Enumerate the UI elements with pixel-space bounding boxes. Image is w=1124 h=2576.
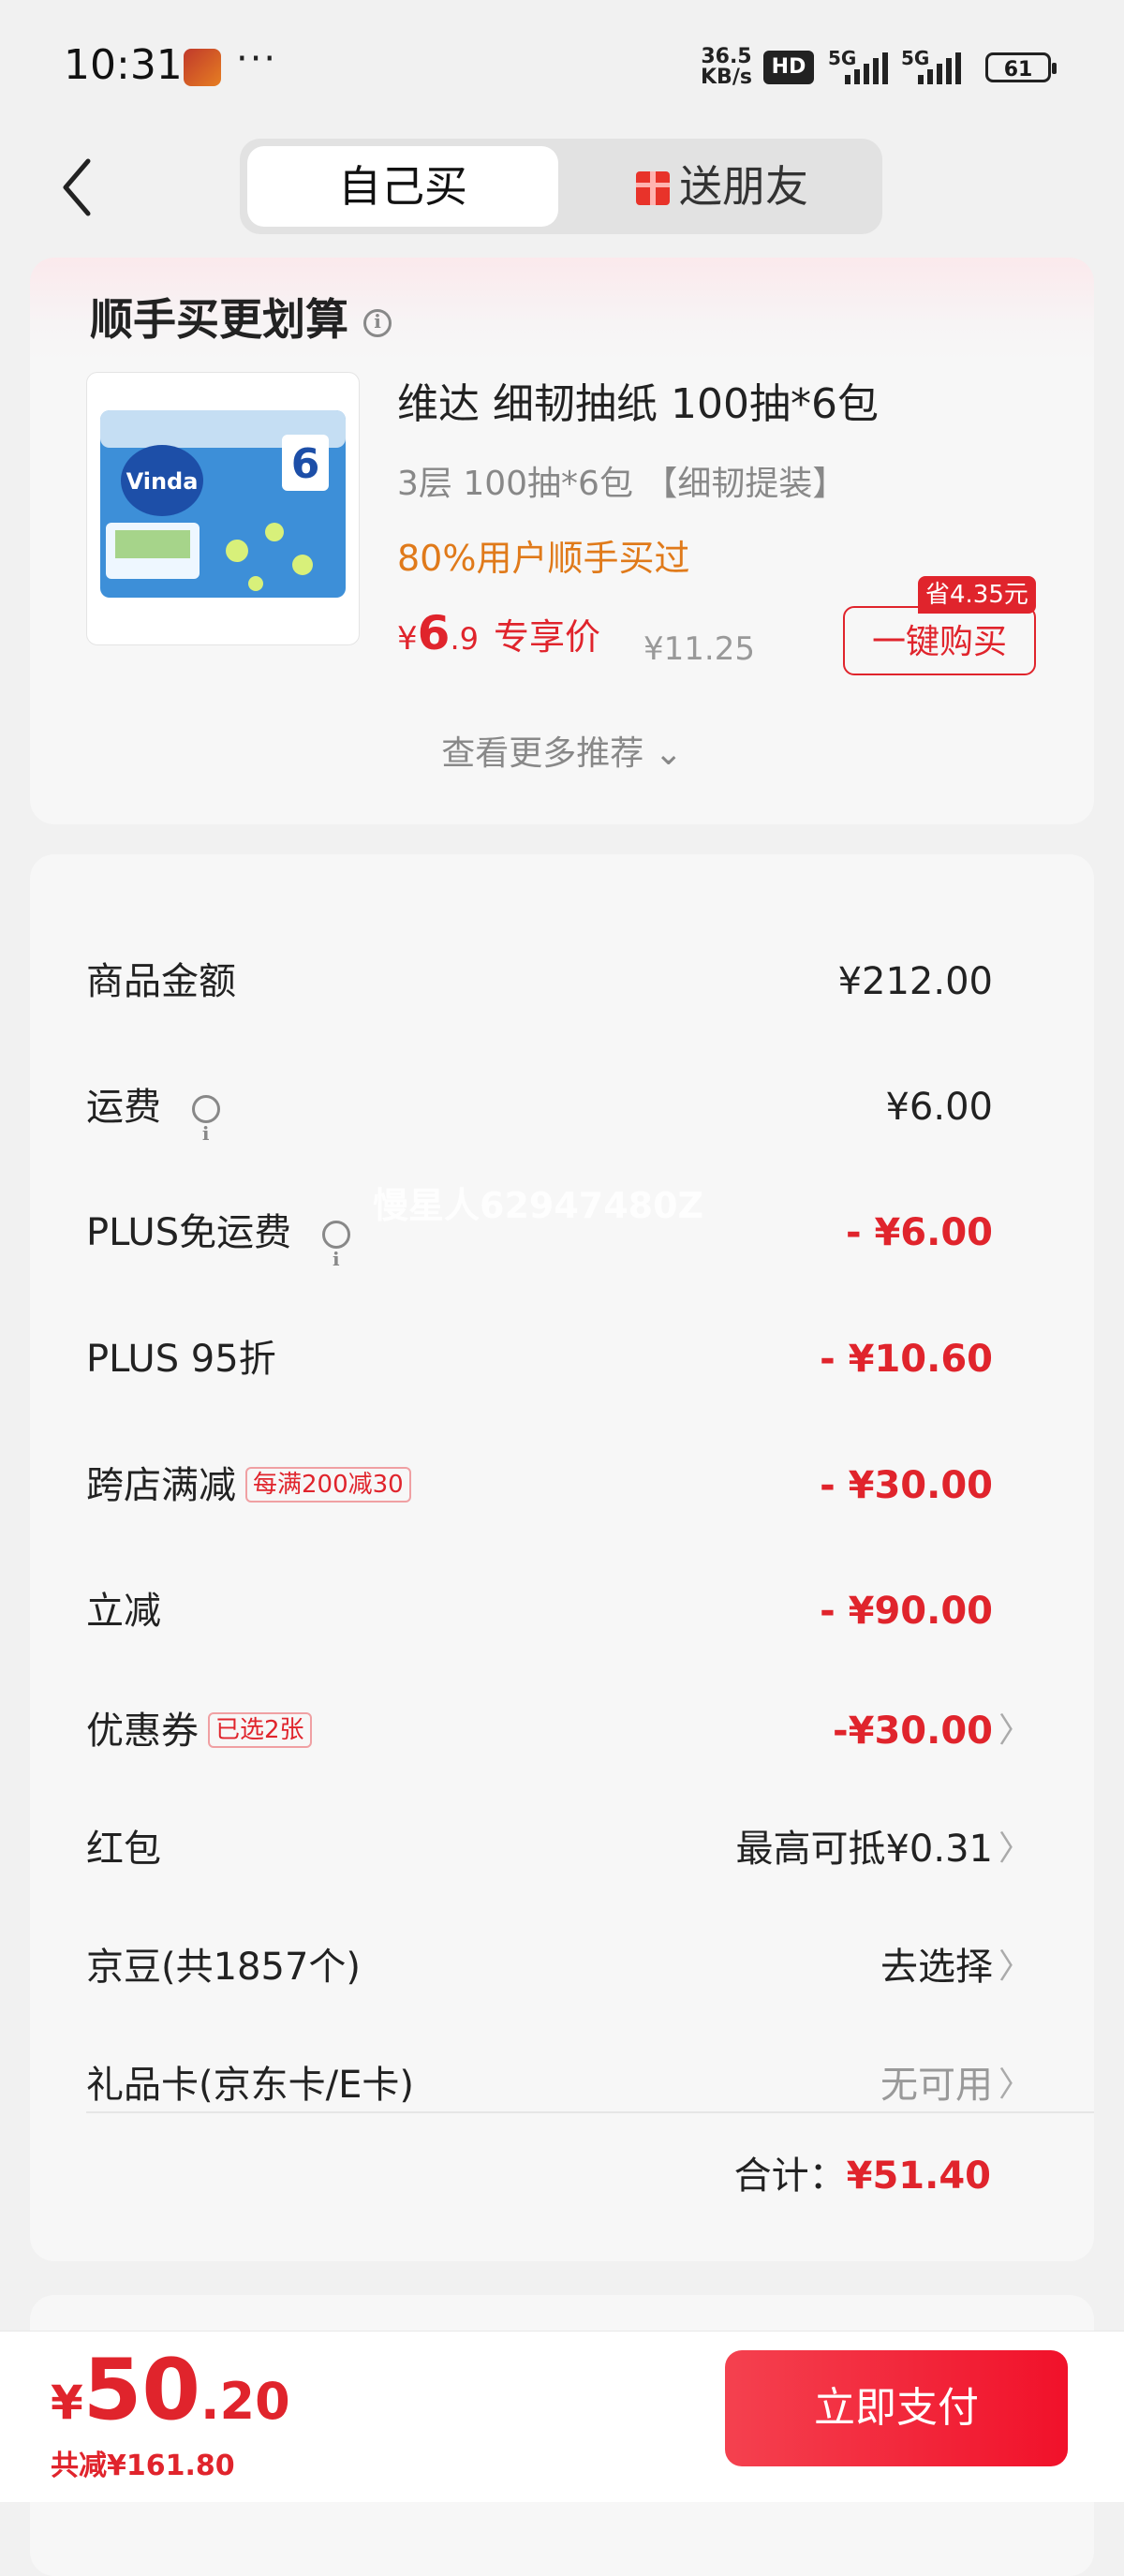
tab-buy-self[interactable]: 自己买 (247, 139, 558, 234)
watermark: 慢星人62947480Z (373, 1185, 704, 1226)
payable-amount: ¥50.20 (51, 2341, 290, 2439)
row-jd-beans[interactable]: 京豆(共1857个) 去选择 〉 (30, 1930, 1094, 2005)
back-arrow-icon[interactable] (58, 157, 96, 217)
original-price: ¥11.25 (643, 630, 755, 668)
battery-icon: 61 (985, 52, 1057, 82)
one-click-buy-button[interactable]: 一键购买 (843, 606, 1036, 675)
signal-icon-2: 5G (901, 47, 985, 88)
purchase-mode-tabs: 自己买 送朋友 (240, 139, 882, 234)
product-spec: 3层 100抽*6包 【细韧提装】 (397, 465, 847, 503)
product-name[interactable]: 维达 细韧抽纸 100抽*6包 (397, 370, 879, 430)
price-summary-card: 商品金额 ¥212.00 运费 ¥6.00 PLUS免运费 - ¥6.00 PL… (30, 854, 1094, 2261)
status-bar: 10:31 ··· 36.5 KB/s HD 5G 5G 61 (0, 0, 1124, 131)
tab-gift-friend[interactable]: 送朋友 (568, 139, 877, 234)
chevron-right-icon: 〉 (998, 1947, 1032, 1986)
coupon-chip: 已选2张 (208, 1712, 312, 1748)
tab-label: 送朋友 (679, 161, 808, 212)
chevron-right-icon: 〉 (998, 1829, 1032, 1868)
exclusive-price: ¥6.9 专享价 (397, 606, 600, 660)
divider (86, 2111, 1094, 2113)
svg-text:Vinda: Vinda (126, 468, 199, 495)
network-speed-value: 36.5 (701, 45, 752, 68)
checkout-bar: ¥50.20 共减¥161.80 立即支付 (0, 2331, 1124, 2502)
gift-icon (636, 171, 670, 205)
svg-text:6: 6 (291, 440, 320, 488)
row-instant-discount: 立减 - ¥90.00 (86, 1590, 993, 1633)
more-recommendations-link[interactable]: 查看更多推荐 ⌄ (30, 726, 1094, 775)
more-notifications-icon: ··· (236, 37, 278, 81)
network-speed: 36.5 KB/s (701, 47, 752, 88)
pay-now-button[interactable]: 立即支付 (725, 2350, 1068, 2466)
shipping-info-icon[interactable] (191, 1095, 220, 1171)
row-shipping: 运费 ¥6.00 (30, 1070, 1094, 1171)
total-saved[interactable]: 共减¥161.80 (51, 2442, 235, 2483)
network-speed-unit: KB/s (701, 66, 752, 89)
recommend-title: 顺手买更划算 (90, 286, 392, 348)
tab-label: 自己买 (338, 161, 467, 212)
recommend-card: 顺手买更划算 Vinda 6 维达 细韧抽纸 100抽*6包 3层 100抽*6… (30, 258, 1094, 824)
plus-info-icon[interactable] (321, 1221, 350, 1296)
signal-icon: 5G (828, 47, 912, 88)
row-plus-discount: PLUS 95折 - ¥10.60 (86, 1338, 993, 1381)
row-coupon[interactable]: 优惠券 已选2张 -¥30.00 〉 (30, 1694, 1094, 1769)
row-cross-store-discount: 跨店满减 每满200减30 - ¥30.00 (86, 1464, 993, 1507)
info-icon[interactable] (363, 308, 392, 337)
bought-hint: 80%用户顺手买过 (397, 538, 690, 579)
order-total: 合计：¥51.40 (733, 2154, 991, 2198)
status-time: 10:31 (64, 41, 183, 89)
row-goods-amount: 商品金额 ¥212.00 (86, 960, 993, 1003)
hd-voice-icon: HD (763, 51, 814, 84)
app-notification-icon (184, 49, 221, 86)
promo-chip: 每满200减30 (245, 1467, 411, 1503)
row-red-packet[interactable]: 红包 最高可抵¥0.31 〉 (30, 1812, 1094, 1887)
product-image[interactable]: Vinda 6 (86, 372, 360, 645)
chevron-right-icon: 〉 (998, 1711, 1032, 1750)
save-badge: 省4.35元 (918, 576, 1036, 614)
